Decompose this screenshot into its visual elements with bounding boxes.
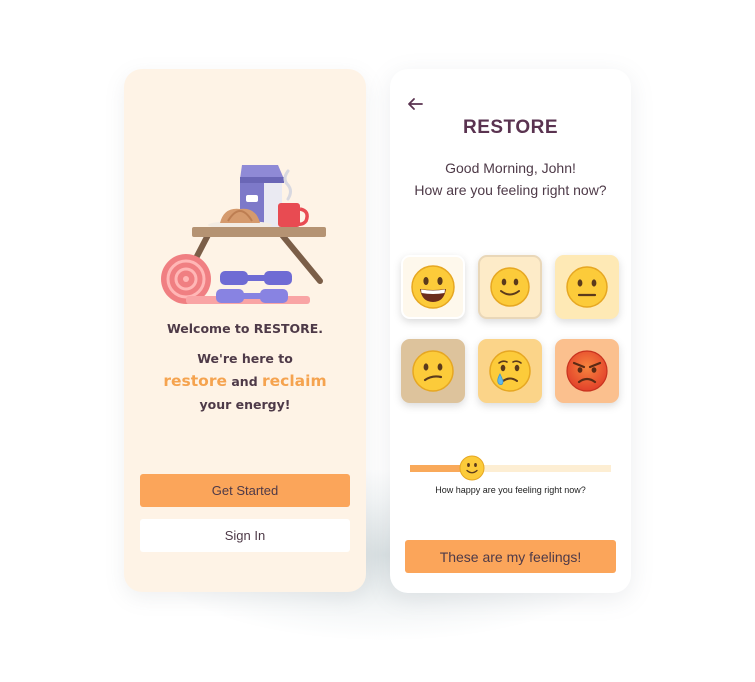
breakfast-table-fitness-illustration <box>161 165 326 304</box>
mood-tile-angry[interactable] <box>555 339 619 403</box>
sign-in-button[interactable]: Sign In <box>140 519 350 552</box>
tagline-line1: We're here to <box>197 351 293 366</box>
get-started-button[interactable]: Get Started <box>140 474 350 507</box>
neutral-face-icon <box>566 266 608 308</box>
mood-tile-neutral[interactable] <box>555 255 619 319</box>
tagline: We're here to restore and reclaim your e… <box>124 350 366 415</box>
submit-feelings-button[interactable]: These are my feelings! <box>405 540 616 573</box>
slightly-smiling-face-icon <box>490 267 530 307</box>
greeting-line2: How are you feeling right now? <box>414 182 607 198</box>
tagline-line3: your energy! <box>199 397 291 412</box>
greeting: Good Morning, John! How are you feeling … <box>390 157 631 201</box>
greeting-line1: Good Morning, John! <box>445 160 576 176</box>
mood-tile-grinning[interactable] <box>401 255 465 319</box>
crying-face-icon <box>489 350 531 392</box>
angry-face-icon <box>566 350 608 392</box>
welcome-text: Welcome to RESTORE. <box>166 321 324 336</box>
grinning-face-icon <box>411 265 455 309</box>
happiness-slider[interactable] <box>410 453 611 483</box>
confused-face-icon <box>412 350 454 392</box>
welcome-screen: Welcome to RESTORE. We're here to restor… <box>124 69 366 592</box>
slider-question: How happy are you feeling right now? <box>435 485 586 495</box>
tagline-reclaim: reclaim <box>262 372 327 390</box>
slightly-smiling-face-icon[interactable] <box>459 455 485 481</box>
tagline-restore: restore <box>163 372 227 390</box>
tagline-and: and <box>231 374 258 389</box>
mood-tile-confused[interactable] <box>401 339 465 403</box>
tagline-line2: restore and reclaim <box>124 368 366 395</box>
brand-title: RESTORE <box>462 117 558 138</box>
arrow-left-icon[interactable] <box>406 97 424 111</box>
mood-screen: RESTORE Good Morning, John! How are you … <box>390 69 631 593</box>
mood-tile-smiling[interactable] <box>478 255 542 319</box>
mood-tile-crying[interactable] <box>478 339 542 403</box>
